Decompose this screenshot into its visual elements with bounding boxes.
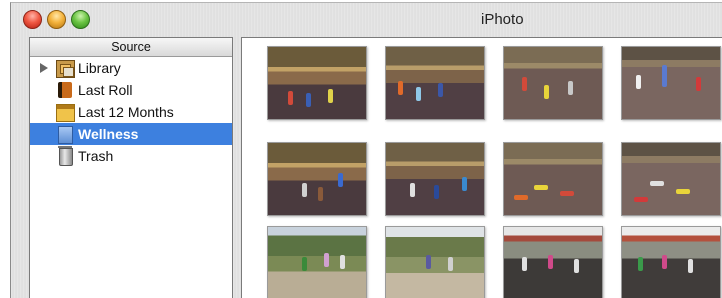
photo-thumbnail[interactable] <box>503 226 603 298</box>
source-item-label: Last 12 Months <box>78 104 174 120</box>
photo-thumbnail[interactable] <box>503 142 603 216</box>
source-item-last-roll[interactable]: Last Roll <box>30 79 232 101</box>
source-column-header[interactable]: Source <box>30 38 232 57</box>
figure-icon <box>548 255 553 269</box>
photo-thumbnail[interactable] <box>385 142 485 216</box>
photo-thumbnail[interactable] <box>621 142 721 216</box>
figure-icon <box>688 259 693 273</box>
photo-thumbnail[interactable] <box>267 46 367 120</box>
photo-thumbnail[interactable] <box>503 46 603 120</box>
figure-icon <box>318 187 323 201</box>
source-item-label: Last Roll <box>78 82 133 98</box>
figure-icon <box>514 195 528 200</box>
photo-grid <box>241 37 722 298</box>
film-roll-icon <box>58 82 72 98</box>
figure-icon <box>544 85 549 99</box>
album-icon <box>58 126 73 144</box>
figure-icon <box>634 197 648 202</box>
title-bar[interactable]: iPhoto <box>11 3 722 33</box>
figure-icon <box>302 257 307 271</box>
source-item-label: Wellness <box>78 126 139 142</box>
figure-icon <box>560 191 574 196</box>
figure-icon <box>568 81 573 95</box>
photo-thumbnail[interactable] <box>385 46 485 120</box>
figure-icon <box>448 257 453 271</box>
figure-icon <box>288 91 293 105</box>
disclosure-triangle-icon[interactable] <box>40 63 48 73</box>
figure-icon <box>462 177 467 191</box>
library-icon <box>56 60 75 78</box>
source-item-library[interactable]: Library <box>30 57 232 79</box>
figure-icon <box>328 89 333 103</box>
close-button[interactable] <box>23 10 42 29</box>
trash-icon <box>58 146 73 166</box>
figure-icon <box>340 255 345 269</box>
minimize-button[interactable] <box>47 10 66 29</box>
window-title: iPhoto <box>481 11 524 28</box>
source-item-wellness[interactable]: Wellness <box>30 123 232 145</box>
figure-icon <box>324 253 329 267</box>
figure-icon <box>398 81 403 95</box>
calendar-icon <box>56 104 75 122</box>
figure-icon <box>662 65 667 87</box>
figure-icon <box>338 173 343 187</box>
figure-icon <box>638 257 643 271</box>
figure-icon <box>650 181 664 186</box>
figure-icon <box>438 83 443 97</box>
figure-icon <box>522 257 527 271</box>
figure-icon <box>636 75 641 89</box>
photo-thumbnail[interactable] <box>385 226 485 298</box>
photo-thumbnail[interactable] <box>621 46 721 120</box>
figure-icon <box>574 259 579 273</box>
figure-icon <box>696 77 701 91</box>
source-item-last-12-months[interactable]: Last 12 Months <box>30 101 232 123</box>
figure-icon <box>302 183 307 197</box>
figure-icon <box>434 185 439 199</box>
source-item-trash[interactable]: Trash <box>30 145 232 167</box>
figure-icon <box>426 255 431 269</box>
figure-icon <box>676 189 690 194</box>
zoom-button[interactable] <box>71 10 90 29</box>
figure-icon <box>306 93 311 107</box>
source-list: Source Library Last Roll Last 12 Months … <box>29 37 233 298</box>
iphoto-window: iPhoto Source Library Last Roll Last 12 … <box>10 2 722 298</box>
source-item-label: Library <box>78 60 121 76</box>
figure-icon <box>534 185 548 190</box>
photo-thumbnail[interactable] <box>267 226 367 298</box>
source-item-label: Trash <box>78 148 114 164</box>
figure-icon <box>522 77 527 91</box>
figure-icon <box>662 255 667 269</box>
photo-thumbnail[interactable] <box>621 226 721 298</box>
figure-icon <box>416 87 421 101</box>
figure-icon <box>410 183 415 197</box>
photo-thumbnail[interactable] <box>267 142 367 216</box>
